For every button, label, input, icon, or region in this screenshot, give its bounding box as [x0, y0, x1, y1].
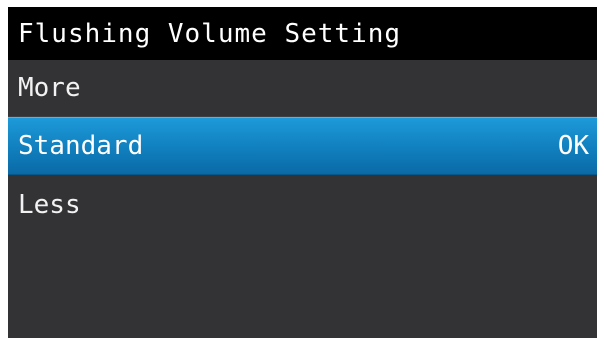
page-title: Flushing Volume Setting [18, 18, 402, 49]
menu-item-label: More [18, 73, 81, 103]
menu-item-more[interactable]: More [8, 60, 597, 117]
title-bar: Flushing Volume Setting [8, 7, 597, 60]
ok-indicator: OK [557, 131, 589, 161]
menu-item-label: Less [18, 190, 81, 220]
menu-item-standard[interactable]: Standard OK [8, 117, 597, 175]
menu-item-label: Standard [18, 131, 144, 161]
menu-item-less[interactable]: Less [8, 175, 597, 235]
lcd-screen: Flushing Volume Setting More Standard OK… [8, 7, 597, 338]
